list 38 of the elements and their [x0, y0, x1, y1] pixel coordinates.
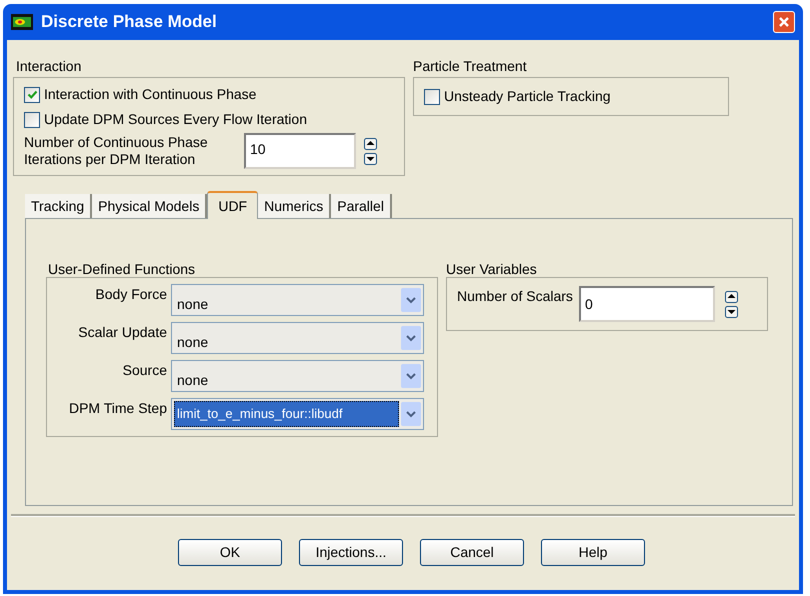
field-label: Scalar Update: [77, 323, 167, 342]
input-field[interactable]: 10: [244, 133, 356, 169]
field-label: Number of Continuous Phase Iterations per DPM Iteration: [24, 134, 209, 168]
dialog-button[interactable]: OK: [178, 539, 282, 566]
spin-up-icon[interactable]: [364, 138, 377, 150]
window-title: Discrete Phase Model: [41, 11, 218, 34]
checkbox[interactable]: [24, 112, 40, 128]
tab[interactable]: Tracking: [25, 194, 92, 218]
tab[interactable]: Numerics: [258, 194, 332, 218]
group-title: Interaction: [15, 58, 82, 74]
checkbox-label: Unsteady Particle Tracking: [444, 87, 611, 106]
dialog-button[interactable]: Cancel: [420, 539, 524, 566]
checkbox-label: Interaction with Continuous Phase: [44, 85, 256, 104]
spin-up-icon[interactable]: [724, 290, 738, 302]
spin-down-icon[interactable]: [724, 306, 738, 318]
field-label: Source: [122, 361, 167, 380]
dialog-button[interactable]: Help: [541, 539, 645, 566]
dropdown[interactable]: limit_to_e_minus_four::libudf: [171, 398, 424, 430]
group-title: User Variables: [446, 260, 538, 277]
checkbox-label: Update DPM Sources Every Flow Iteration: [44, 110, 307, 129]
app-icon: [11, 14, 33, 30]
dropdown[interactable]: none: [171, 284, 424, 316]
tab[interactable]: Parallel: [331, 194, 392, 218]
field-label: DPM Time Step: [68, 399, 167, 418]
field-label: Number of Scalars: [457, 287, 573, 306]
dialog-button[interactable]: Injections...: [299, 539, 403, 566]
group-title: User-Defined Functions: [47, 260, 196, 277]
field-label: Body Force: [94, 285, 167, 304]
tab[interactable]: UDF: [207, 191, 258, 219]
tab[interactable]: Physical Models: [92, 194, 208, 218]
close-icon[interactable]: [778, 16, 790, 28]
spin-down-icon[interactable]: [364, 152, 377, 164]
close-button[interactable]: [773, 11, 795, 33]
group-title: Particle Treatment: [413, 58, 528, 74]
dropdown[interactable]: none: [171, 322, 424, 354]
checkbox[interactable]: [424, 88, 440, 104]
input-field[interactable]: 0: [578, 286, 715, 322]
dropdown[interactable]: none: [171, 360, 424, 392]
